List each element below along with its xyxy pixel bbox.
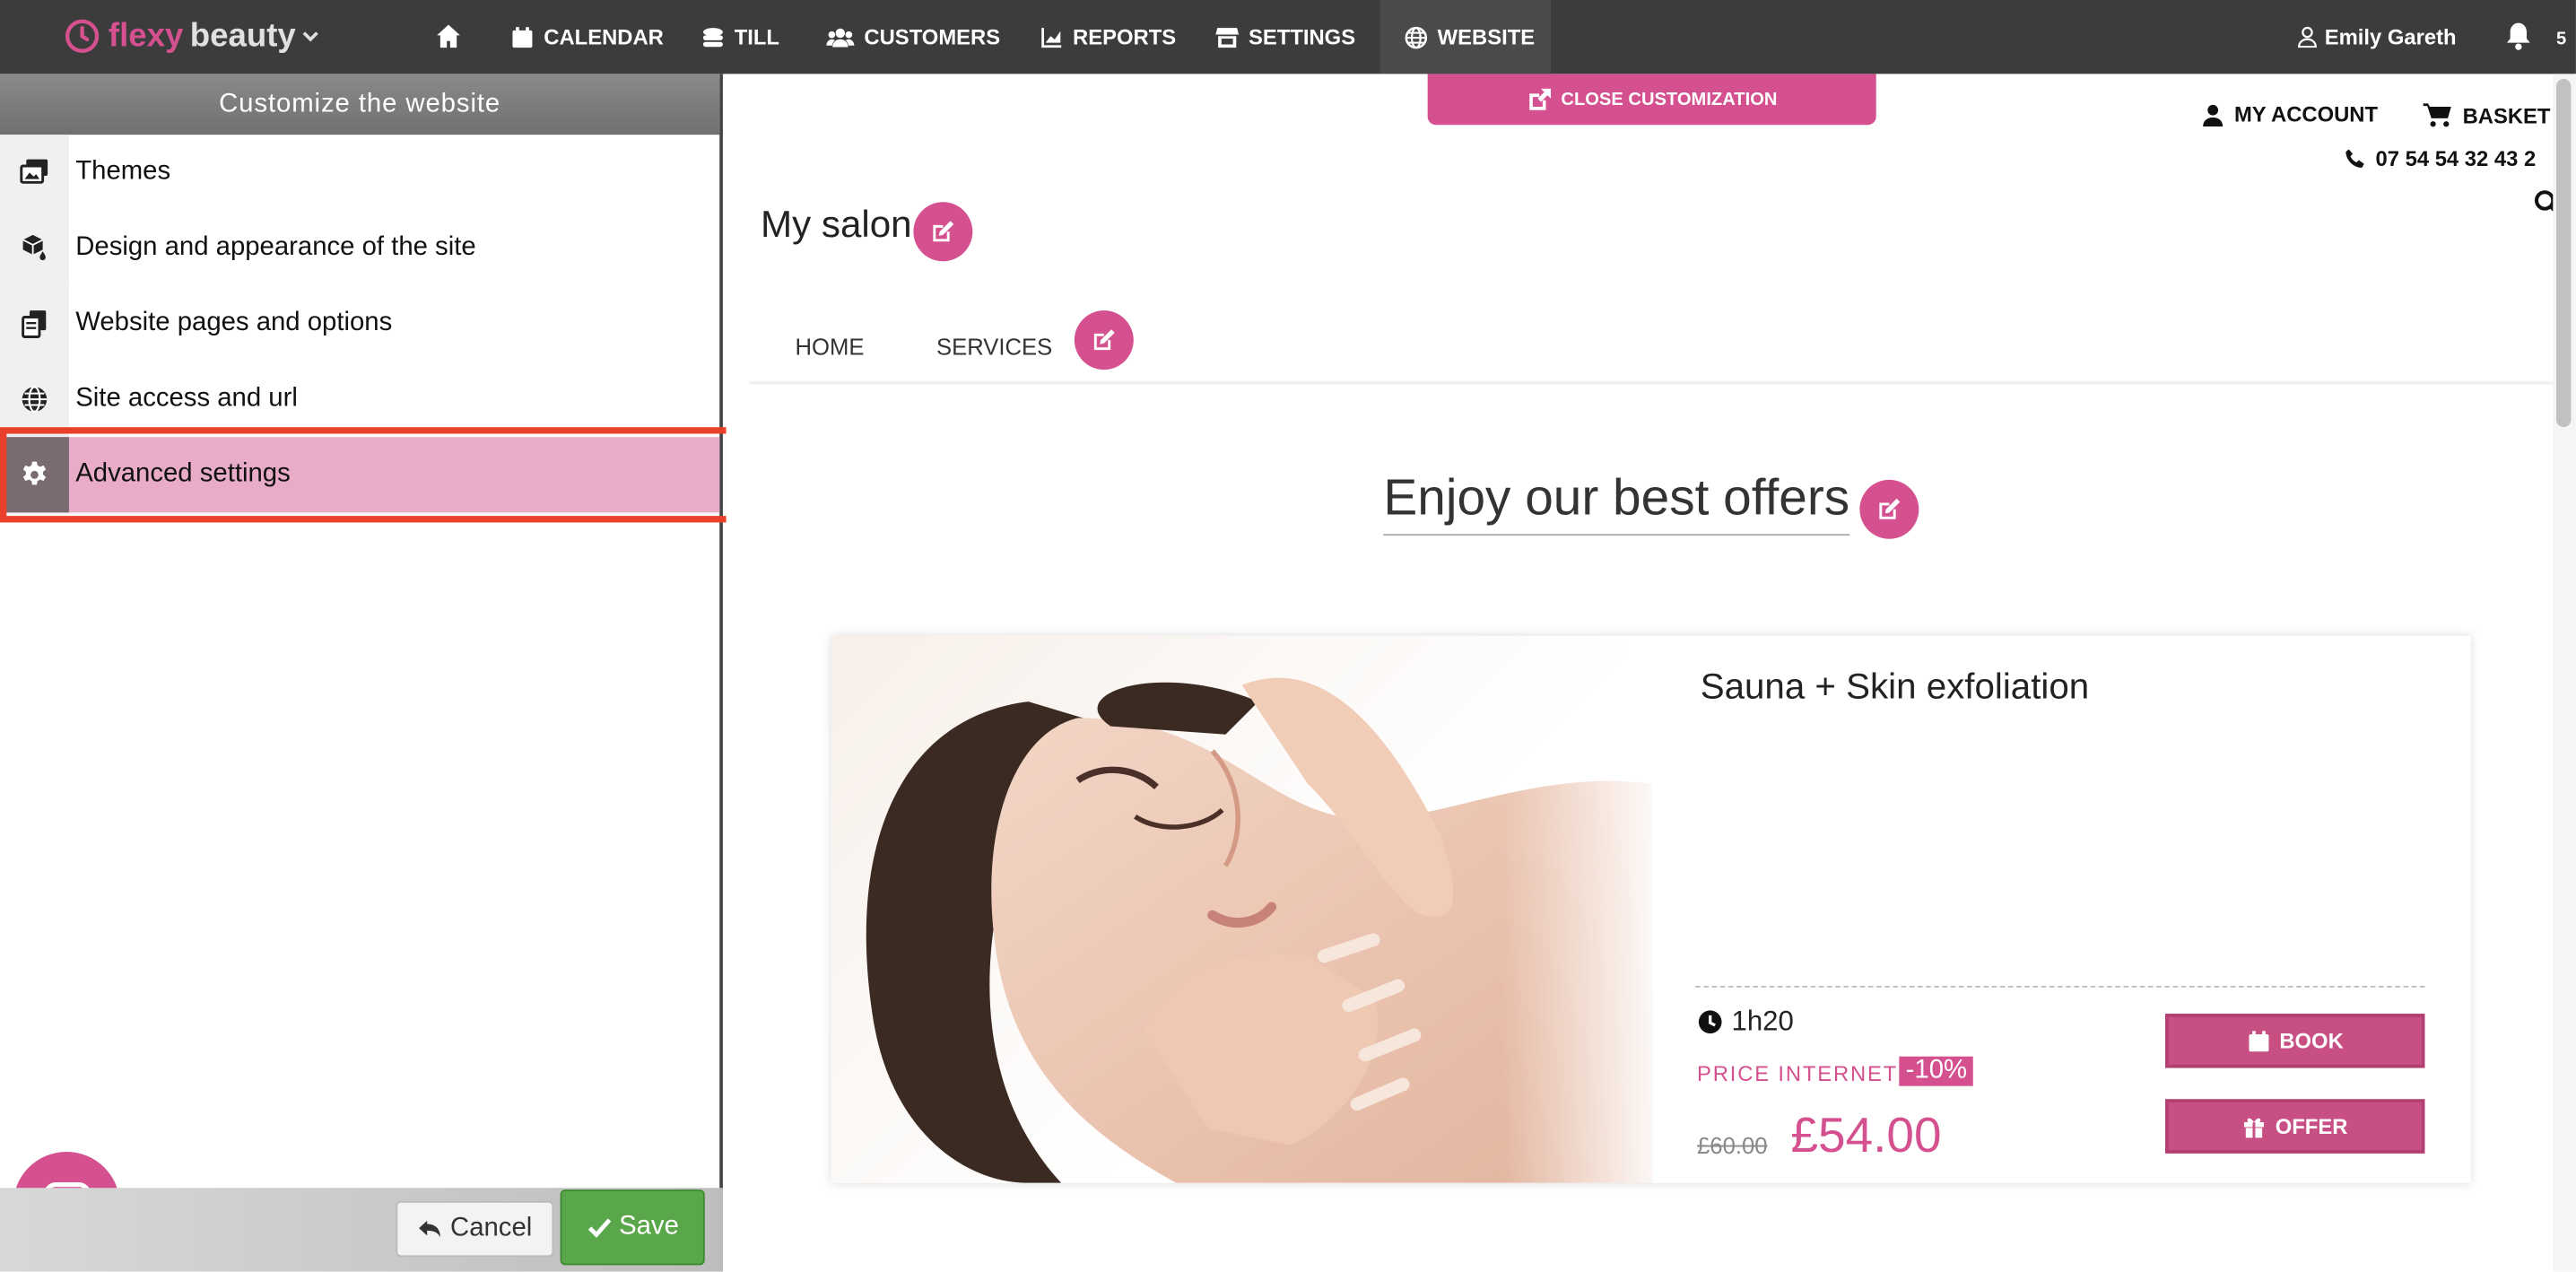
- sidebar-item-label: Design and appearance of the site: [75, 233, 476, 262]
- brand-name-part1: flexy: [108, 17, 184, 54]
- save-label: Save: [619, 1212, 679, 1241]
- book-label: BOOK: [2279, 1028, 2344, 1054]
- offer-title: Sauna + Skin exfoliation: [1700, 665, 2090, 707]
- bell-icon[interactable]: [2503, 22, 2533, 51]
- offers-heading: Enjoy our best offers: [1383, 468, 1850, 536]
- calendar-icon: [512, 26, 533, 48]
- nav-till-label: TILL: [734, 24, 779, 49]
- store-icon: [1215, 27, 1240, 48]
- sidebar-item-label: Advanced settings: [75, 459, 291, 488]
- offer-image: [831, 635, 1669, 1183]
- sidebar-item-pages[interactable]: Website pages and options: [0, 285, 719, 362]
- book-button[interactable]: BOOK: [2165, 1014, 2425, 1068]
- duration-value: 1h20: [1731, 1005, 1794, 1037]
- gear-icon: [0, 437, 69, 513]
- customize-sidebar: Customize the website Themes Design and …: [0, 74, 723, 1272]
- website-preview: CLOSE CUSTOMIZATION MY ACCOUNT BASKET 07…: [726, 74, 2576, 1272]
- my-account-label: MY ACCOUNT: [2233, 101, 2379, 127]
- new-price: £54.00: [1790, 1109, 1942, 1163]
- save-button[interactable]: Save: [560, 1189, 705, 1266]
- edit-icon: [933, 221, 954, 242]
- nav-customers-label: CUSTOMERS: [864, 24, 1001, 49]
- sidebar-item-label: Site access and url: [75, 384, 298, 413]
- pages-icon: [0, 285, 69, 362]
- sidebar-item-advanced-settings[interactable]: Advanced settings: [0, 437, 720, 513]
- cancel-label: Cancel: [450, 1214, 533, 1242]
- site-menu: HOME SERVICES: [795, 334, 1052, 360]
- app-root: flexy beauty CALENDAR TILL CUSTOMERS REPO…: [0, 0, 2576, 1272]
- offer-card: Sauna + Skin exfoliation 1h20 PRICE INTE…: [831, 635, 2471, 1183]
- phone-icon: [2345, 149, 2364, 168]
- home-icon[interactable]: [435, 23, 461, 49]
- discount-badge: -10%: [1899, 1056, 1974, 1086]
- calendar-icon: [2248, 1030, 2268, 1051]
- sidebar-item-design[interactable]: Design and appearance of the site: [0, 210, 719, 286]
- logo-clock-icon: [65, 19, 100, 53]
- menu-item-services[interactable]: SERVICES: [936, 334, 1052, 360]
- users-icon: [826, 27, 855, 47]
- user-icon: [2203, 103, 2224, 126]
- nav-till[interactable]: TILL: [701, 0, 779, 74]
- nav-calendar-label: CALENDAR: [544, 24, 664, 49]
- face-massage-illustration: [831, 635, 1669, 1183]
- globe-icon: [0, 361, 69, 438]
- nav-website[interactable]: WEBSITE: [1405, 0, 1535, 74]
- edit-icon: [1093, 329, 1115, 351]
- nav-reports[interactable]: REPORTS: [1040, 0, 1176, 74]
- nav-settings-label: SETTINGS: [1249, 24, 1356, 49]
- offer-button[interactable]: OFFER: [2165, 1099, 2425, 1154]
- offer-label: OFFER: [2275, 1113, 2348, 1139]
- menu-item-home[interactable]: HOME: [795, 334, 864, 360]
- site-title: My salon: [761, 202, 912, 245]
- sidebar-item-themes[interactable]: Themes: [0, 135, 719, 211]
- gift-icon: [2243, 1117, 2264, 1138]
- cancel-button[interactable]: Cancel: [396, 1200, 554, 1258]
- sidebar-item-site-access[interactable]: Site access and url: [0, 361, 719, 438]
- edit-icon: [1879, 498, 1901, 519]
- edit-menu-button[interactable]: [1074, 310, 1134, 370]
- basket-label: BASKET: [2462, 102, 2551, 127]
- user-icon: [2298, 26, 2317, 48]
- sidebar-title: Customize the website: [0, 74, 720, 135]
- nav-reports-label: REPORTS: [1073, 24, 1177, 49]
- sidebar-item-label: Website pages and options: [75, 309, 393, 337]
- menu-divider: [749, 380, 2554, 385]
- offer-duration: 1h20: [1697, 1006, 1794, 1039]
- cart-icon: [2423, 103, 2451, 127]
- external-link-icon: [1529, 87, 1552, 109]
- my-account-link[interactable]: MY ACCOUNT: [2201, 102, 2378, 126]
- check-icon: [587, 1218, 611, 1238]
- offer-divider: [1695, 985, 2425, 988]
- basket-link[interactable]: BASKET: [2423, 102, 2551, 128]
- globe-icon: [1405, 25, 1428, 48]
- close-customization-button[interactable]: CLOSE CUSTOMIZATION: [1427, 74, 1876, 126]
- top-navigation-bar: flexy beauty CALENDAR TILL CUSTOMERS REPO…: [0, 0, 2576, 74]
- coins-icon: [702, 27, 723, 47]
- phone-number: 07 54 54 32 43 2: [2345, 146, 2537, 171]
- brand-logo[interactable]: flexy beauty: [63, 14, 319, 57]
- paint-icon: [0, 210, 69, 286]
- nav-customers[interactable]: CUSTOMERS: [826, 0, 1000, 74]
- edit-title-button[interactable]: [913, 202, 973, 262]
- price-label: PRICE INTERNET: [1697, 1061, 1899, 1086]
- preview-scrollbar-thumb[interactable]: [2555, 78, 2572, 428]
- notification-count: 5: [2555, 29, 2567, 49]
- phone-label: 07 54 54 32 43 2: [2375, 146, 2537, 171]
- clock-icon: [1698, 1010, 1722, 1034]
- close-customization-label: CLOSE CUSTOMIZATION: [1561, 89, 1778, 109]
- user-menu[interactable]: Emily Gareth: [2297, 0, 2457, 74]
- brand-name-part2: beauty: [189, 17, 296, 54]
- nav-website-label: WEBSITE: [1437, 24, 1536, 49]
- nav-settings[interactable]: SETTINGS: [1215, 0, 1355, 74]
- undo-icon: [419, 1220, 441, 1238]
- chevron-down-icon[interactable]: [302, 28, 318, 44]
- user-name: Emily Gareth: [2324, 24, 2457, 49]
- old-price: £60.00: [1697, 1131, 1768, 1159]
- nav-calendar[interactable]: CALENDAR: [511, 0, 664, 74]
- chart-icon: [1041, 27, 1062, 48]
- themes-icon: [0, 135, 69, 211]
- sidebar-item-label: Themes: [75, 157, 171, 186]
- edit-offers-button[interactable]: [1859, 479, 1919, 539]
